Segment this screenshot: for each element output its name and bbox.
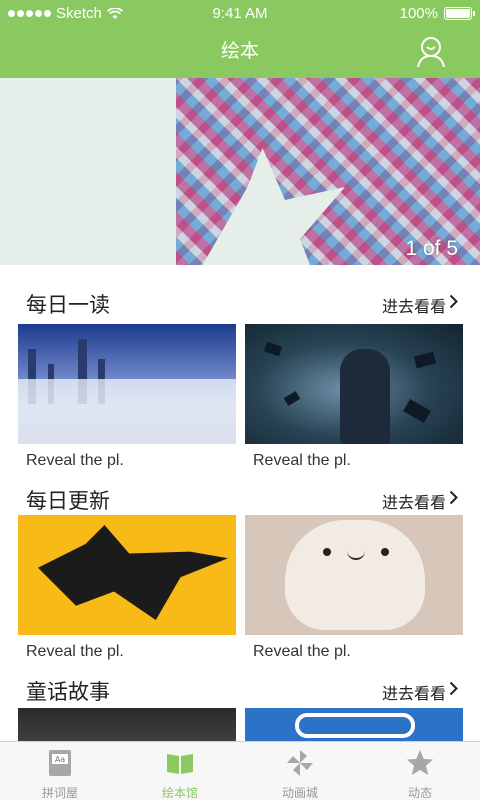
section-title: 每日更新 <box>26 490 110 513</box>
top-bar: Sketch 9:41 AM 100% 绘本 <box>0 0 480 78</box>
battery-info: 100% <box>399 5 475 22</box>
tab-label: 绘本馆 <box>161 786 198 800</box>
book-card[interactable]: Reveal the pl. <box>245 515 463 661</box>
book-cover-image <box>18 515 236 635</box>
book-card[interactable]: Reveal the pl. <box>18 515 236 661</box>
bottom-tab-bar: Aa 拼词屋 绘本馆 动画城 动态 <box>0 741 480 800</box>
book-title: Reveal the pl. <box>26 643 124 660</box>
tab-label: 拼词屋 <box>41 786 78 800</box>
see-more-link[interactable]: 进去看看 <box>382 293 446 317</box>
user-profile-icon[interactable] <box>414 34 448 68</box>
chevron-right-icon[interactable] <box>449 294 458 309</box>
battery-icon <box>444 7 475 20</box>
battery-percent: 100% <box>399 5 438 22</box>
chevron-right-icon[interactable] <box>449 681 458 696</box>
book-title: Reveal the pl. <box>26 452 124 469</box>
book-cover-image <box>245 515 463 635</box>
section-header-fairy-tales: 童话故事 进去看看 <box>0 668 480 708</box>
page-title: 绘本 <box>220 41 259 62</box>
see-more-link[interactable]: 进去看看 <box>382 489 446 513</box>
book-card[interactable]: Reveal the pl. <box>18 324 236 470</box>
book-title: Reveal the pl. <box>253 452 351 469</box>
tab-animation[interactable]: 动画城 <box>240 742 360 800</box>
book-card[interactable]: Reveal the pl. <box>245 324 463 470</box>
section-title: 童话故事 <box>26 681 110 704</box>
section-title: 每日一读 <box>26 294 110 317</box>
tab-spelling[interactable]: Aa 拼词屋 <box>0 742 120 800</box>
hero-banner[interactable]: 1 of 5 <box>0 78 480 265</box>
section-header-daily-update: 每日更新 进去看看 <box>0 477 480 517</box>
pinwheel-icon <box>287 750 313 776</box>
see-more-link[interactable]: 进去看看 <box>382 680 446 704</box>
book-aa-icon: Aa <box>49 750 71 776</box>
open-book-icon <box>167 754 193 774</box>
book-title: Reveal the pl. <box>253 643 351 660</box>
book-cover-image <box>245 324 463 444</box>
star-icon <box>407 750 433 775</box>
svg-text:Aa: Aa <box>55 755 65 764</box>
book-cover-image <box>18 324 236 444</box>
tab-label: 动态 <box>407 786 432 800</box>
section-header-daily-read: 每日一读 进去看看 <box>0 281 480 321</box>
tab-picture-books[interactable]: 绘本馆 <box>120 742 240 800</box>
status-bar: Sketch 9:41 AM 100% <box>0 0 480 26</box>
chevron-right-icon[interactable] <box>449 490 458 505</box>
tab-label: 动画城 <box>281 786 318 800</box>
tab-activity[interactable]: 动态 <box>360 742 480 800</box>
banner-pager: 1 of 5 <box>405 237 458 260</box>
